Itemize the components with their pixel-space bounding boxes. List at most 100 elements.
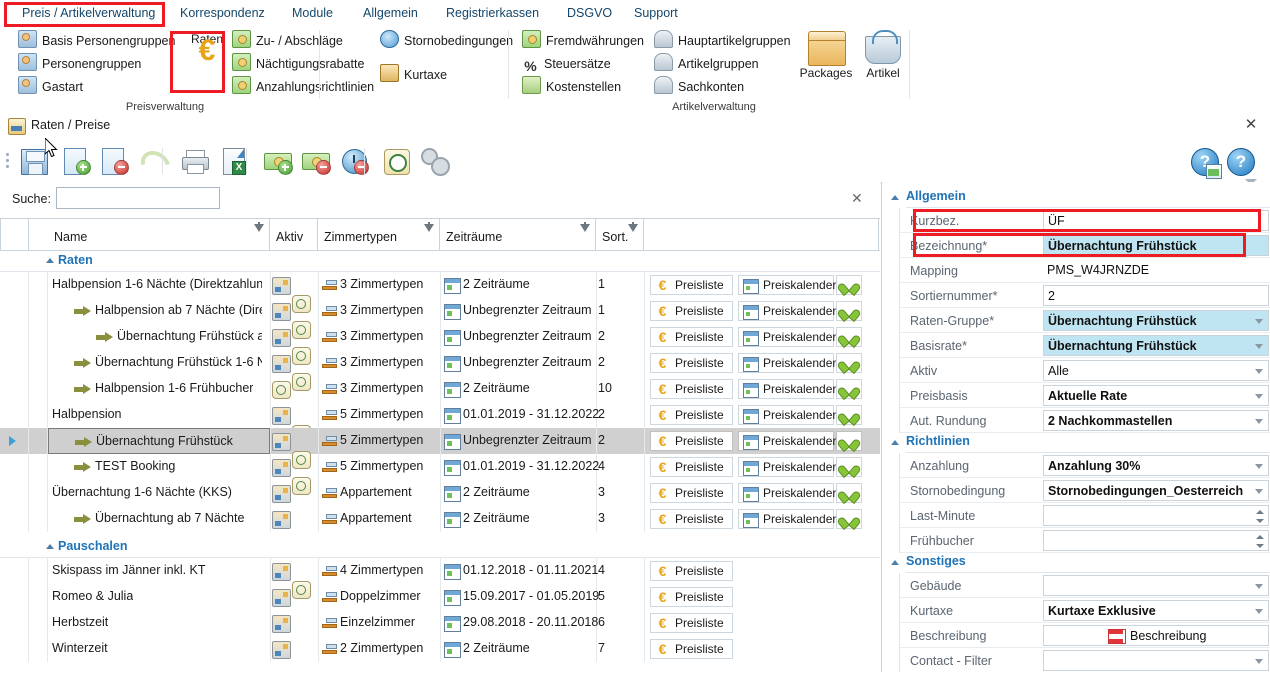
collapse-icon[interactable] bbox=[891, 440, 899, 445]
row-name-cell[interactable]: Halbpension bbox=[48, 402, 270, 428]
details-section-header[interactable]: Allgemein bbox=[882, 188, 1270, 208]
card-icon[interactable] bbox=[272, 615, 291, 633]
field-basisrate[interactable]: Übernachtung Frühstück bbox=[1043, 335, 1269, 356]
table-row[interactable]: Halbpension 1-6 Nächte (Direktzahlung) 3 … bbox=[0, 272, 880, 313]
row-name-cell[interactable]: Übernachtung 1-6 Nächte (KKS) bbox=[48, 480, 270, 506]
chevron-down-icon[interactable] bbox=[1255, 489, 1263, 494]
preiskalender-button[interactable]: Preiskalender bbox=[738, 509, 836, 529]
preiskalender-button[interactable]: Preiskalender bbox=[738, 431, 836, 451]
ribbon-tab-6[interactable]: Support bbox=[622, 3, 690, 24]
table-row[interactable]: Halbpension ab 7 Nächte (Direktzah 3 Zimm… bbox=[0, 298, 880, 339]
ribbon-item-hauptartikelgruppen[interactable]: Hauptartikelgruppen bbox=[654, 30, 791, 52]
status-button[interactable] bbox=[836, 405, 862, 425]
ribbon-item-kurtaxe[interactable]: Kurtaxe bbox=[380, 64, 447, 86]
row-name-cell[interactable]: Romeo & Julia bbox=[48, 584, 270, 610]
table-row[interactable]: Skispass im Jänner inkl. KT 4 Zimmertypen… bbox=[0, 558, 880, 599]
ribbon-item-stornobedingungen[interactable]: Stornobedingungen bbox=[380, 30, 513, 52]
search-input[interactable] bbox=[56, 187, 220, 209]
table-row[interactable]: TEST Booking 5 Zimmertypen 01.01.2019 - 31… bbox=[0, 454, 880, 495]
collapse-icon[interactable] bbox=[891, 195, 899, 200]
ribbon-tab-4[interactable]: Registrierkassen bbox=[434, 3, 551, 24]
table-row[interactable]: Übernachtung ab 7 Nächte Appartement 2 Zei… bbox=[0, 506, 880, 532]
card-icon[interactable] bbox=[272, 355, 291, 373]
row-name-cell[interactable]: Übernachtung Frühstück bbox=[48, 428, 270, 454]
spinner-icon[interactable] bbox=[1256, 534, 1264, 549]
table-row[interactable]: Übernachtung Frühstück ab 7 Näc 3 Zimmert… bbox=[0, 324, 880, 365]
field-aktiv[interactable]: Alle bbox=[1043, 360, 1269, 381]
ribbon-raten-button[interactable]: € Raten bbox=[176, 30, 238, 67]
row-name-cell[interactable]: Halbpension 1-6 Nächte (Direktzahlung) bbox=[48, 272, 270, 298]
card-icon[interactable] bbox=[272, 433, 291, 451]
row-name-cell[interactable]: Winterzeit bbox=[48, 636, 270, 662]
chevron-down-icon[interactable] bbox=[1255, 419, 1263, 424]
field-beschreibung[interactable]: Beschreibung bbox=[1043, 625, 1269, 646]
ribbon-artikel-button[interactable]: Artikel bbox=[852, 30, 914, 80]
grid-group-header[interactable]: Raten bbox=[0, 250, 880, 272]
row-name-cell[interactable]: Halbpension ab 7 Nächte (Direktzah bbox=[48, 298, 270, 324]
status-button[interactable] bbox=[836, 431, 862, 451]
preiskalender-button[interactable]: Preiskalender bbox=[738, 275, 836, 295]
status-button[interactable] bbox=[836, 301, 862, 321]
filter-icon[interactable] bbox=[254, 222, 264, 232]
preiskalender-button[interactable]: Preiskalender bbox=[738, 301, 836, 321]
preiskalender-button[interactable]: Preiskalender bbox=[738, 483, 836, 503]
delete-button[interactable] bbox=[98, 145, 130, 177]
table-row[interactable]: Halbpension 5 Zimmertypen 01.01.2019 - 31.… bbox=[0, 402, 880, 443]
preisliste-button[interactable]: € Preisliste bbox=[650, 405, 733, 425]
preisliste-button[interactable]: € Preisliste bbox=[650, 613, 733, 633]
print-button[interactable] bbox=[179, 145, 211, 177]
field-last-minute[interactable] bbox=[1043, 505, 1269, 526]
settings-button[interactable] bbox=[418, 145, 450, 177]
table-row[interactable]: Herbstzeit Einzelzimmer 29.08.2018 - 20.11… bbox=[0, 610, 880, 636]
help-button[interactable]: ? bbox=[1224, 145, 1256, 177]
row-name-cell[interactable]: Übernachtung ab 7 Nächte bbox=[48, 506, 270, 532]
grid-column-header-aktiv[interactable]: Aktiv bbox=[270, 219, 318, 250]
card-icon[interactable] bbox=[272, 303, 291, 321]
field-kurtaxe[interactable]: Kurtaxe Exklusive bbox=[1043, 600, 1269, 621]
preisliste-button[interactable]: € Preisliste bbox=[650, 431, 733, 451]
preisliste-button[interactable]: € Preisliste bbox=[650, 457, 733, 477]
preiskalender-button[interactable]: Preiskalender bbox=[738, 379, 836, 399]
field-geb-ude[interactable] bbox=[1043, 575, 1269, 596]
chevron-down-icon[interactable] bbox=[1255, 659, 1263, 664]
preisliste-button[interactable]: € Preisliste bbox=[650, 301, 733, 321]
ribbon-tab-5[interactable]: DSGVO bbox=[555, 3, 624, 24]
field-sortiernummer[interactable]: 2 bbox=[1043, 285, 1269, 306]
preisliste-button[interactable]: € Preisliste bbox=[650, 561, 733, 581]
web-icon[interactable] bbox=[272, 381, 291, 399]
details-section-header[interactable]: Richtlinien bbox=[882, 433, 1270, 453]
grid-column-header-sort[interactable]: Sort. bbox=[596, 219, 644, 250]
preiskalender-button[interactable]: Preiskalender bbox=[738, 327, 836, 347]
row-name-cell[interactable]: Skispass im Jänner inkl. KT bbox=[48, 558, 270, 584]
spinner-icon[interactable] bbox=[1256, 509, 1264, 524]
ribbon-item-sachkonten[interactable]: Sachkonten bbox=[654, 76, 744, 98]
preisliste-button[interactable]: € Preisliste bbox=[650, 509, 733, 529]
card-icon[interactable] bbox=[272, 459, 291, 477]
status-button[interactable] bbox=[836, 327, 862, 347]
row-name-cell[interactable]: Übernachtung Frühstück ab 7 Näc bbox=[48, 324, 270, 350]
field-fr-hbucher[interactable] bbox=[1043, 530, 1269, 551]
table-row[interactable]: Halbpension 1-6 Frühbucher 3 Zimmertypen 2… bbox=[0, 376, 880, 402]
filter-icon[interactable] bbox=[580, 222, 590, 232]
ribbon-tab-0[interactable]: Preis / Artikelverwaltung bbox=[10, 3, 167, 24]
field-preisbasis[interactable]: Aktuelle Rate bbox=[1043, 385, 1269, 406]
status-button[interactable] bbox=[836, 483, 862, 503]
status-button[interactable] bbox=[836, 275, 862, 295]
chevron-down-icon[interactable] bbox=[1255, 394, 1263, 399]
preiskalender-button[interactable]: Preiskalender bbox=[738, 457, 836, 477]
collapse-icon[interactable] bbox=[891, 560, 899, 565]
field-bezeichnung[interactable]: Übernachtung Frühstück bbox=[1043, 235, 1269, 256]
card-icon[interactable] bbox=[272, 485, 291, 503]
card-icon[interactable] bbox=[272, 407, 291, 425]
field-contact-filter[interactable] bbox=[1043, 650, 1269, 671]
preisliste-button[interactable]: € Preisliste bbox=[650, 379, 733, 399]
ribbon-packages-button[interactable]: Packages bbox=[795, 30, 857, 80]
search-clear-icon[interactable]: ✕ bbox=[851, 190, 863, 207]
ribbon-tab-1[interactable]: Korrespondenz bbox=[168, 3, 277, 24]
status-button[interactable] bbox=[836, 353, 862, 373]
row-name-cell[interactable]: Übernachtung Frühstück 1-6 Nächt bbox=[48, 350, 270, 376]
chevron-down-icon[interactable] bbox=[1255, 464, 1263, 469]
table-row[interactable]: Winterzeit 2 Zimmertypen 2 Zeiträume 7 € Prei… bbox=[0, 636, 880, 662]
preisliste-button[interactable]: € Preisliste bbox=[650, 483, 733, 503]
grid-column-header-actions[interactable] bbox=[644, 219, 879, 250]
